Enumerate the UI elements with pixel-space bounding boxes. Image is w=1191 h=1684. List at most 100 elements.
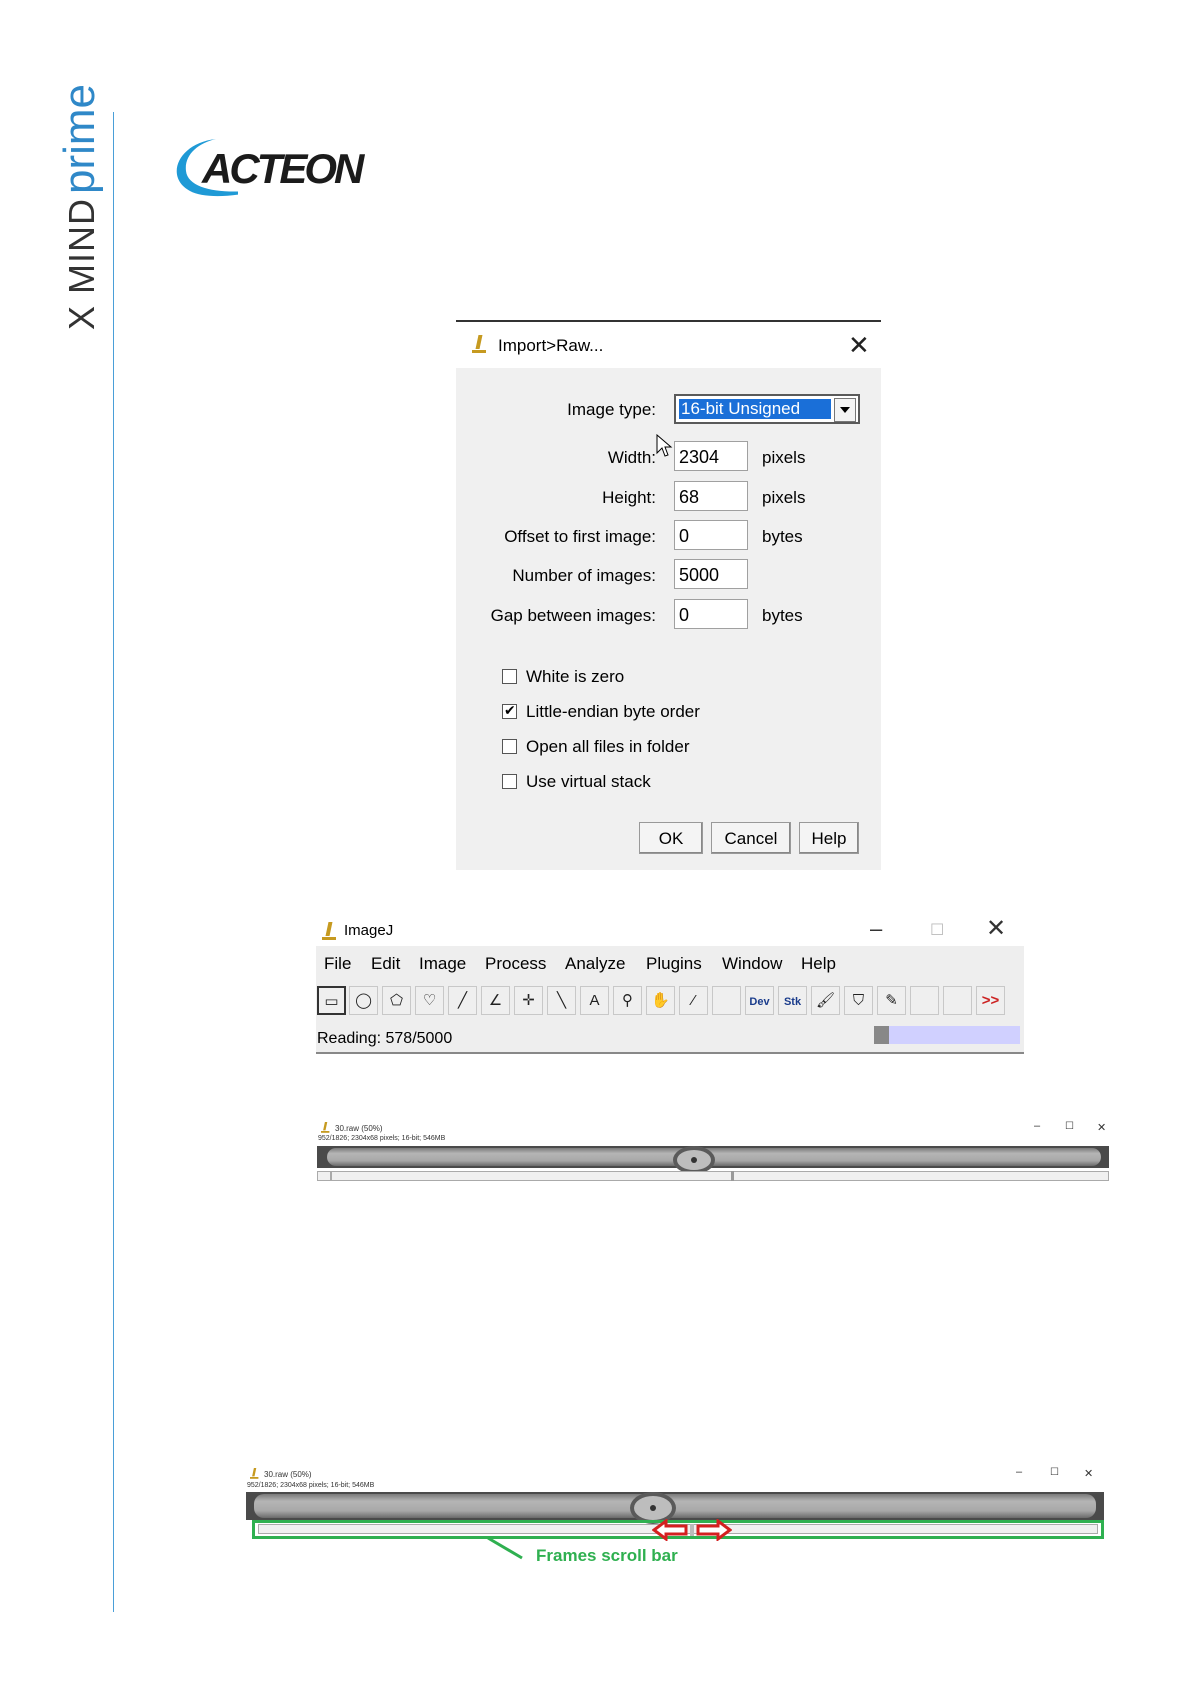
menu-file[interactable]: File (324, 954, 351, 974)
play-control[interactable] (317, 1171, 331, 1181)
minimize-icon[interactable]: – (870, 916, 882, 942)
left-right-arrows-icon (652, 1519, 732, 1541)
blank-tool-slot (943, 986, 972, 1015)
image-window-title: 30.raw (50%) (264, 1470, 312, 1479)
text-tool-icon[interactable]: A (580, 986, 609, 1015)
scroll-thumb[interactable] (731, 1171, 734, 1181)
dialog-titlebar: Import>Raw... ✕ (456, 322, 881, 368)
image-type-label: Image type: (567, 400, 656, 419)
image-window-title: 30.raw (50%) (335, 1124, 383, 1133)
ok-button[interactable]: OK (639, 822, 703, 854)
blank-tool-slot (910, 986, 939, 1015)
menu-edit[interactable]: Edit (371, 954, 400, 974)
stk-tool-icon[interactable]: Stk (778, 986, 807, 1015)
angle-tool-icon[interactable]: ∠ (481, 986, 510, 1015)
menu-help[interactable]: Help (801, 954, 836, 974)
gap-label: Gap between images: (490, 606, 656, 625)
imagej-microscope-icon (250, 1468, 259, 1480)
maximize-icon[interactable]: ☐ (1050, 1467, 1059, 1478)
width-unit: pixels (762, 448, 806, 467)
imagej-microscope-icon (322, 922, 336, 942)
maximize-icon[interactable]: ☐ (1065, 1121, 1074, 1132)
menu-plugins[interactable]: Plugins (646, 954, 702, 974)
cancel-button[interactable]: Cancel (711, 822, 791, 854)
xmind-prime-vertical-brand: X MIND prime (55, 84, 105, 330)
close-icon[interactable]: ✕ (1097, 1121, 1106, 1134)
virtual-stack-checkbox[interactable] (502, 774, 517, 789)
offset-field[interactable]: 0 (674, 520, 748, 550)
little-endian-checkbox[interactable] (502, 702, 517, 719)
virtual-stack-label: Use virtual stack (526, 772, 651, 791)
close-icon[interactable]: ✕ (986, 914, 1006, 943)
dev-tool-icon[interactable]: Dev (745, 986, 774, 1015)
help-button[interactable]: Help (799, 822, 859, 854)
white-is-zero-checkbox[interactable] (502, 669, 517, 684)
close-icon[interactable]: ✕ (848, 332, 870, 358)
acteon-logo-text: ACTEON (202, 145, 364, 192)
brush-tool-icon[interactable]: 🖌 (811, 986, 840, 1015)
image-window-2: 30.raw (50%) – ☐ ✕ 952/1826; 2304x68 pix… (246, 1466, 1106, 1565)
status-text: Reading: 578/5000 (317, 1030, 453, 1047)
minimize-icon[interactable]: – (1016, 1466, 1022, 1478)
rectangle-tool-icon[interactable]: ▭ (317, 986, 346, 1015)
imagej-body: File Edit Image Process Analyze Plugins … (316, 946, 1024, 1054)
pencil-icon[interactable]: ✎ (877, 986, 906, 1015)
minimize-icon[interactable]: – (1034, 1120, 1040, 1132)
annotation-pointer-line (487, 1536, 523, 1560)
width-field[interactable]: 2304 (674, 441, 748, 471)
offset-unit: bytes (762, 527, 803, 546)
sidebar-divider-line (113, 112, 114, 1612)
magnifier-icon[interactable]: ⚲ (613, 986, 642, 1015)
hand-tool-icon[interactable]: ✋ (646, 986, 675, 1015)
menu-window[interactable]: Window (722, 954, 782, 974)
scan-marker (673, 1146, 715, 1174)
dev-label: Dev (749, 996, 770, 1008)
number-of-images-field[interactable]: 5000 (674, 559, 748, 589)
image-info-text: 952/1826; 2304x68 pixels; 16-bit; 546MB (318, 1135, 446, 1142)
color-picker-icon[interactable]: ⁄ (679, 986, 708, 1015)
number-of-images-label: Number of images: (512, 566, 656, 585)
white-is-zero-label: White is zero (526, 667, 625, 686)
line-tool-icon[interactable]: ╱ (448, 986, 477, 1015)
dialog-title: Import>Raw... (498, 336, 604, 355)
imagej-microscope-icon (321, 1122, 330, 1134)
point-tool-icon[interactable]: ✛ (514, 986, 543, 1015)
width-label: Width: (607, 448, 656, 467)
blank-tool-slot (712, 986, 741, 1015)
flood-fill-icon[interactable]: ⛉ (844, 986, 873, 1015)
brand-prime-text: prime (55, 83, 104, 194)
close-icon[interactable]: ✕ (1084, 1467, 1093, 1480)
little-endian-label: Little-endian byte order (526, 702, 700, 721)
menu-image[interactable]: Image (419, 954, 466, 974)
open-all-files-checkbox[interactable] (502, 739, 517, 754)
open-all-files-label: Open all files in folder (526, 737, 690, 756)
frames-scroll-bar-label: Frames scroll bar (536, 1546, 678, 1565)
image-type-select[interactable]: 16-bit Unsigned (674, 394, 860, 424)
brand-xmind-text: X MIND (61, 198, 102, 330)
stk-label: Stk (783, 996, 802, 1008)
height-label: Height: (602, 488, 656, 507)
height-field[interactable]: 68 (674, 481, 748, 511)
height-unit: pixels (762, 488, 806, 507)
more-tools-icon[interactable]: >> (976, 986, 1005, 1015)
menu-analyze[interactable]: Analyze (565, 954, 625, 974)
wand-tool-icon[interactable]: ╲ (547, 986, 576, 1015)
image-window-1: 30.raw (50%) – ☐ ✕ 952/1826; 2304x68 pix… (317, 1120, 1109, 1192)
imagej-titlebar: ImageJ – ☐ ✕ (316, 914, 1024, 946)
image-type-value: 16-bit Unsigned (678, 398, 832, 420)
progress-fill (874, 1026, 889, 1044)
maximize-icon[interactable]: ☐ (930, 920, 944, 940)
imagej-title: ImageJ (344, 922, 394, 939)
offset-label: Offset to first image: (504, 527, 656, 546)
acteon-logo: ACTEON (168, 133, 378, 203)
image-info-text: 952/1826; 2304x68 pixels; 16-bit; 546MB (247, 1482, 375, 1489)
polygon-tool-icon[interactable]: ⬠ (382, 986, 411, 1015)
chevron-down-icon[interactable] (834, 398, 856, 422)
frames-scroll-bar[interactable] (331, 1171, 1109, 1181)
freehand-tool-icon[interactable]: ♡ (415, 986, 444, 1015)
progress-bar (874, 1026, 1020, 1044)
gap-field[interactable]: 0 (674, 599, 748, 629)
oval-tool-icon[interactable]: ◯ (349, 986, 378, 1015)
menu-process[interactable]: Process (485, 954, 546, 974)
mouse-cursor-icon (656, 434, 673, 457)
